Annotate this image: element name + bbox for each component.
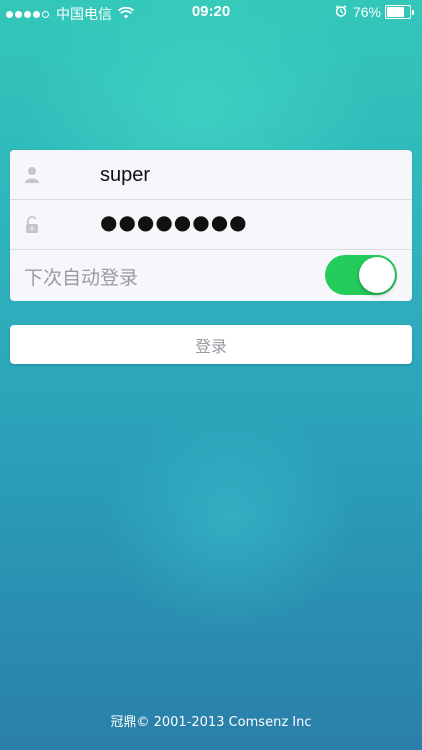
remember-row: 下次自动登录 [10,250,412,301]
remember-label: 下次自动登录 [24,267,139,289]
toggle-knob [359,257,395,293]
login-button[interactable]: 登录 [10,325,412,364]
battery-icon [385,5,411,19]
username-row [10,150,412,200]
alarm-clock-icon [335,4,347,20]
status-right: 76% [335,4,414,20]
copyright-footer: 冠鼎© 2001-2013 Comsenz Inc [110,715,312,730]
battery-percent: 76% [352,4,381,20]
password-input[interactable]: ●●●●●●●● [100,210,390,240]
battery-tip [412,9,414,15]
password-row: ●●●●●●●● [10,200,412,250]
battery-fill [387,7,404,17]
login-card: ●●●●●●●● 下次自动登录 [10,150,412,301]
user-icon [24,166,40,184]
lock-icon [24,216,40,234]
status-bar: 中国电信 09:20 76% [0,0,422,24]
auto-login-toggle[interactable] [325,255,397,295]
username-input[interactable] [100,160,390,190]
